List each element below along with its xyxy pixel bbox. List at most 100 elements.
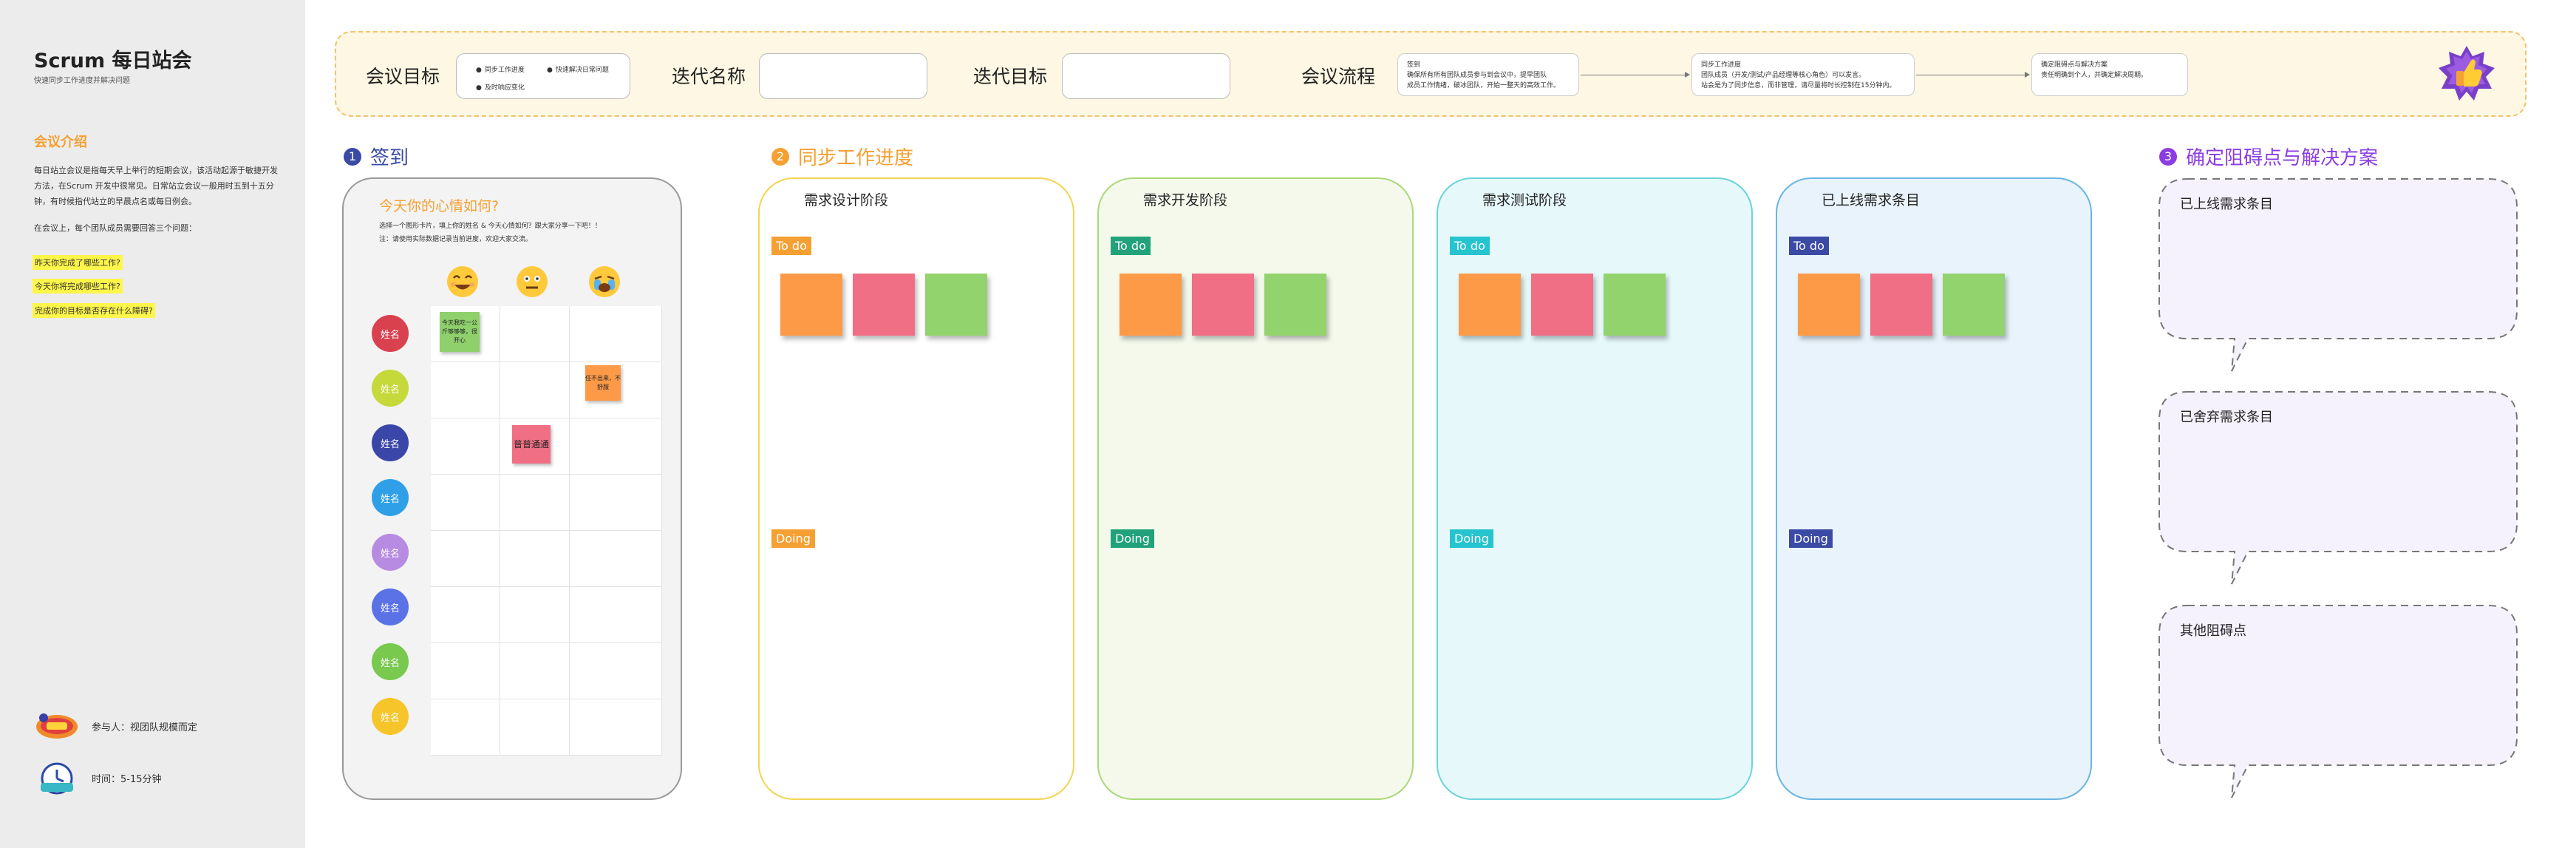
member-avatar[interactable]: 姓名: [372, 315, 409, 352]
mood-grid-cell[interactable]: [500, 306, 570, 362]
member-avatar[interactable]: 姓名: [372, 588, 409, 625]
goal-item: 同步工作进度: [476, 64, 525, 74]
blockers-section-title: 3 确定阻碍点与解决方案: [2159, 143, 2378, 170]
flow-step-text: 成员工作情绪，破冰团队，开始一整天的高效工作。: [1407, 82, 1561, 89]
goal-label: 会议目标: [366, 66, 440, 87]
blocker-bubble[interactable]: 已舍弃需求条目: [2158, 390, 2518, 590]
member-avatar[interactable]: 姓名: [372, 534, 409, 571]
progress-section-title: 2 同步工作进度: [771, 143, 913, 170]
blocker-bubble[interactable]: 其他阻碍点: [2158, 604, 2518, 804]
sticky-note[interactable]: [1870, 274, 1932, 336]
duration-text: 时间：5-15分钟: [92, 773, 162, 785]
mood-grid-cell[interactable]: [500, 475, 570, 531]
mood-grid-cell[interactable]: [500, 699, 570, 756]
intro-heading: 会议介绍: [34, 135, 87, 150]
mood-grid-cell[interactable]: [570, 418, 662, 475]
mood-grid-cell[interactable]: [431, 418, 500, 475]
participants-text: 参与人：视团队规模而定: [92, 722, 198, 733]
progress-column-title: 已上线需求条目: [1822, 192, 1921, 208]
iteration-goal-label: 迭代目标: [973, 66, 1048, 87]
mood-grid-cell[interactable]: [570, 306, 662, 362]
sticky-note[interactable]: [1798, 274, 1860, 336]
mood-grid-cell[interactable]: [570, 475, 662, 531]
member-avatar[interactable]: 姓名: [372, 479, 409, 516]
question-blockers: 完成你的目标是否存在什么障碍?: [33, 303, 155, 318]
crying-face-icon[interactable]: [587, 265, 621, 299]
section-title-text: 确定阻碍点与解决方案: [2186, 147, 2379, 169]
mood-grid-cell[interactable]: [570, 587, 662, 643]
progress-column: 已上线需求条目 To do Doing: [1776, 177, 2092, 800]
mood-grid-cell[interactable]: [431, 587, 500, 643]
mood-grid-cell[interactable]: [431, 531, 500, 587]
flow-step-title: 同步工作进度: [1701, 61, 1742, 69]
member-avatar[interactable]: 姓名: [372, 424, 409, 461]
participants-row: 参与人：视团队规模而定: [34, 710, 197, 742]
mood-grid-cell[interactable]: [431, 362, 500, 418]
member-avatar[interactable]: 姓名: [372, 698, 409, 735]
todo-tag: To do: [1450, 237, 1490, 255]
flow-step-sync[interactable]: 同步工作进度 团队成员（开发/测试/产品经理等核心角色）可以发言。 站会是为了同…: [1691, 53, 1915, 96]
section-number: 2: [771, 147, 789, 166]
sticky-note[interactable]: [1264, 274, 1326, 336]
checkin-board: 今天你的心情如何? 选择一个图形卡片，填上你的姓名 & 今天心情如何？跟大家分享…: [342, 177, 682, 800]
goal-box[interactable]: 同步工作进度 快速解决日常问题 及时响应变化: [456, 53, 630, 99]
iteration-goal-input[interactable]: [1062, 53, 1230, 99]
progress-column-title: 需求设计阶段: [804, 192, 889, 208]
progress-column-title: 需求测试阶段: [1482, 192, 1567, 208]
member-avatar[interactable]: 姓名: [372, 370, 409, 407]
mood-sticky-note[interactable]: 今天我吃一公斤够够够，很开心: [440, 312, 480, 352]
mood-grid-cell[interactable]: [570, 699, 662, 756]
doing-tag: Doing: [1789, 529, 1833, 548]
progress-column: 需求设计阶段 To do Doing: [758, 177, 1074, 800]
board-title: Scrum 每日站会: [34, 50, 192, 72]
mood-grid-cell[interactable]: [500, 531, 570, 587]
mood-grid-cell[interactable]: [431, 475, 500, 531]
neutral-face-icon[interactable]: [515, 265, 549, 299]
blocker-bubble[interactable]: 已上线需求条目: [2158, 177, 2518, 377]
section-number: 1: [344, 147, 361, 166]
mood-grid-cell[interactable]: [570, 531, 662, 587]
mood-grid: [431, 306, 662, 756]
whiteboard-page: Scrum 每日站会 快速同步工作进度并解决问题 会议介绍 每日站立会议是指每天…: [0, 0, 2576, 848]
mood-grid-cell[interactable]: [500, 643, 570, 699]
mood-grid-cell[interactable]: [431, 643, 500, 699]
question-today: 今天你将完成哪些工作?: [33, 279, 123, 294]
mood-grid-cell[interactable]: [500, 362, 570, 418]
sticky-note[interactable]: [780, 274, 842, 336]
doing-tag: Doing: [1111, 529, 1154, 548]
goal-item: 及时响应变化: [476, 82, 525, 92]
sticky-note[interactable]: [1192, 274, 1254, 336]
iteration-name-input[interactable]: [759, 53, 927, 99]
mood-grid-cell[interactable]: [500, 587, 570, 643]
progress-column: 需求测试阶段 To do Doing: [1437, 177, 1753, 800]
flow-label: 会议流程: [1301, 66, 1376, 87]
flow-step-text: 站会是为了同步信息，而非管理，请尽量将时长控制在15分钟内。: [1701, 82, 1896, 89]
team-badge-icon: [34, 710, 80, 742]
flow-step-blockers[interactable]: 确定阻碍点与解决方案 责任明确到个人，并确定解决周期。: [2031, 53, 2188, 96]
section-title-text: 同步工作进度: [798, 147, 914, 169]
blocker-label: 已舍弃需求条目: [2180, 410, 2273, 425]
mood-question: 今天你的心情如何?: [379, 198, 500, 214]
iteration-name-label: 迭代名称: [672, 66, 746, 87]
progress-column-title: 需求开发阶段: [1143, 192, 1228, 208]
sticky-note[interactable]: [1531, 274, 1593, 336]
flow-step-checkin[interactable]: 签到 确保所有所有团队成员参与到会议中，提早团队 成员工作情绪，破冰团队，开始一…: [1397, 53, 1579, 96]
mood-grid-cell[interactable]: [570, 643, 662, 699]
member-avatar[interactable]: 姓名: [372, 643, 409, 680]
sticky-note[interactable]: [1459, 274, 1521, 336]
mood-grid-cell[interactable]: [431, 699, 500, 756]
mood-sticky-note[interactable]: 任不出来，不舒服: [585, 365, 621, 401]
flow-step-text: 责任明确到个人，并确定解决周期。: [2041, 72, 2148, 79]
happy-face-icon[interactable]: [446, 265, 480, 299]
mood-sticky-note[interactable]: 普普通通: [512, 425, 551, 464]
sticky-note[interactable]: [1943, 274, 2005, 336]
blocker-label: 其他阻碍点: [2180, 623, 2246, 639]
doing-tag: Doing: [1450, 529, 1493, 548]
sticky-note[interactable]: [1120, 274, 1182, 336]
meeting-info-banner: 会议目标 同步工作进度 快速解决日常问题 及时响应变化 迭代名称 迭代目标 会议…: [335, 31, 2526, 117]
sticky-note[interactable]: [925, 274, 987, 336]
thumbs-up-badge-icon: [2439, 46, 2495, 101]
sticky-note[interactable]: [1604, 274, 1666, 336]
sticky-note[interactable]: [853, 274, 915, 336]
checkin-section-title: 1 签到: [344, 143, 409, 170]
